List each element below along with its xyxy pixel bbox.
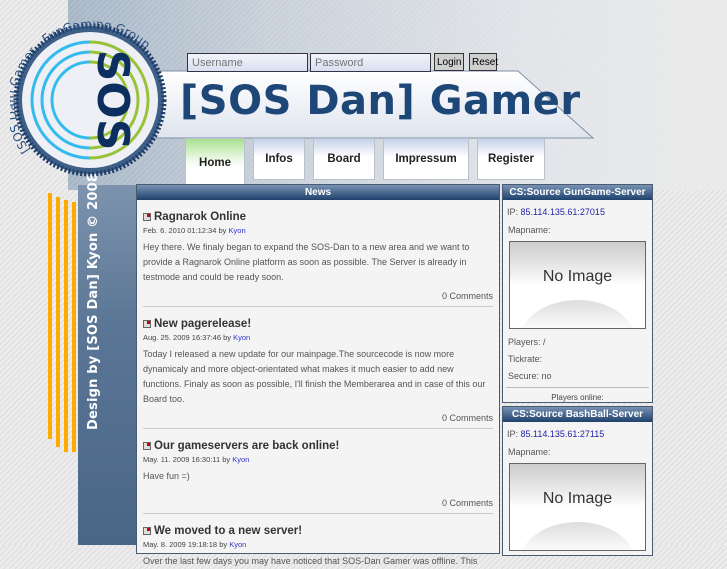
news-item: We moved to a new server! May. 8. 2009 1… <box>137 525 499 569</box>
logo-letters: SOS <box>87 50 138 151</box>
map-image: No Image <box>509 463 646 551</box>
ip-label: IP: <box>507 429 519 439</box>
news-title[interactable]: New pagerelease! <box>154 318 251 330</box>
news-title[interactable]: Ragnarok Online <box>154 211 246 223</box>
reset-button[interactable]: Reset <box>469 53 498 71</box>
side-panel: Design by [SOS Dan] Kyon © 2008 <box>78 173 138 545</box>
server-box-gungame: CS:Source GunGame-Server IP: 85.114.135.… <box>502 184 653 403</box>
no-image-text: No Image <box>542 490 613 507</box>
tab-infos[interactable]: Infos <box>253 138 305 180</box>
design-credit: Design by [SOS Dan] Kyon © 2008 <box>86 172 101 430</box>
author-link[interactable]: Kyon <box>233 333 250 342</box>
by-label: by <box>218 226 227 235</box>
ip-label: IP: <box>507 207 519 217</box>
sos-logo: SOS [SOS Dan] Gamer - FunGaming Group <box>10 20 167 177</box>
orange-stripe <box>64 200 68 452</box>
by-label: by <box>222 455 231 464</box>
news-title[interactable]: We moved to a new server! <box>154 525 302 537</box>
news-body: Have fun =) <box>143 471 190 481</box>
news-item: Ragnarok Online Feb. 6. 2010 01:12:34 by… <box>137 211 499 307</box>
password-input[interactable] <box>310 53 431 72</box>
comments-link[interactable]: 0 Comments <box>143 498 493 514</box>
news-heading: News <box>137 185 499 200</box>
bullet-icon <box>143 527 151 535</box>
news-body: Today I released a new update for our ma… <box>143 349 486 404</box>
news-body: Hey there. We finaly began to expand the… <box>143 242 470 282</box>
tab-home[interactable]: Home <box>185 138 245 186</box>
map-image: No Image <box>509 241 646 329</box>
players-online-label: Players online: <box>506 387 649 402</box>
tab-impressum[interactable]: Impressum <box>383 138 469 180</box>
mapname-label: Mapname: <box>508 225 551 235</box>
news-panel: News Ragnarok Online Feb. 6. 2010 01:12:… <box>136 184 500 566</box>
server-box-bashball: CS:Source BashBall-Server IP: 85.114.135… <box>502 406 653 556</box>
news-body: Over the last few days you may have noti… <box>143 556 478 566</box>
bullet-icon <box>143 320 151 328</box>
secure-label: Secure: no <box>508 371 552 381</box>
news-title[interactable]: Our gameservers are back online! <box>154 440 339 452</box>
tickrate-label: Tickrate: <box>508 354 543 364</box>
site-title: [SOS Dan] Gamer <box>180 78 581 124</box>
bullet-icon <box>143 442 151 450</box>
no-image-text: No Image <box>542 268 613 285</box>
author-link[interactable]: Kyon <box>232 455 249 464</box>
author-link[interactable]: Kyon <box>229 226 246 235</box>
tab-register[interactable]: Register <box>477 138 545 180</box>
orange-stripe <box>56 197 60 447</box>
server-name: CS:Source GunGame-Server <box>503 185 652 200</box>
comments-link[interactable]: 0 Comments <box>143 291 493 307</box>
news-date: Aug. 25. 2009 16:37:46 <box>143 333 221 342</box>
news-item: New pagerelease! Aug. 25. 2009 16:37:46 … <box>137 318 499 429</box>
news-date: Feb. 6. 2010 01:12:34 <box>143 226 217 235</box>
comments-link[interactable]: 0 Comments <box>143 413 493 429</box>
news-item: Our gameservers are back online! May. 11… <box>137 440 499 514</box>
tab-board[interactable]: Board <box>313 138 375 180</box>
server-ip-link[interactable]: 85.114.135.61:27015 <box>521 207 605 217</box>
orange-stripe <box>72 202 76 452</box>
players-label: Players: / <box>508 337 546 347</box>
server-ip-link[interactable]: 85.114.135.61:27115 <box>521 429 605 439</box>
username-input[interactable] <box>187 53 308 72</box>
server-name: CS:Source BashBall-Server <box>503 407 652 422</box>
by-label: by <box>223 333 232 342</box>
mapname-label: Mapname: <box>508 447 551 457</box>
login-button[interactable]: Login <box>434 53 464 71</box>
bullet-icon <box>143 213 151 221</box>
orange-stripe <box>48 193 52 439</box>
news-date: May. 11. 2009 16:30:11 <box>143 455 221 464</box>
